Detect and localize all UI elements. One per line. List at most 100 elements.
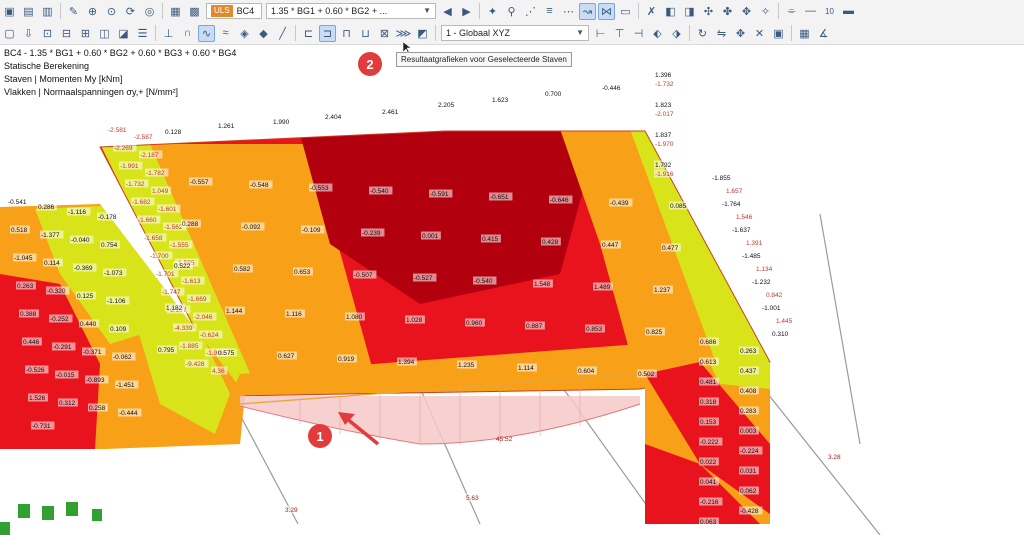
animation-icon[interactable]: ▭ (617, 3, 634, 20)
view-iso-icon[interactable]: ◨ (681, 3, 698, 20)
text-size-icon[interactable]: 10 (821, 3, 838, 20)
new-window-icon[interactable]: ▢ (1, 25, 18, 42)
move-icon[interactable]: ✥ (732, 25, 749, 42)
result-value-label: -1.658 (144, 235, 163, 242)
result-value-label: 0.522 (174, 263, 191, 270)
filter-icon[interactable]: ✗ (643, 3, 660, 20)
show-all-icon[interactable]: ✧ (757, 3, 774, 20)
view-iso-back-icon[interactable]: ⬗ (668, 25, 685, 42)
axis-y-icon[interactable]: ✤ (719, 3, 736, 20)
mirror-icon[interactable]: ⇋ (713, 25, 730, 42)
result-value-label: 1.144 (226, 308, 243, 315)
result-value-label: 1.823 (655, 102, 672, 109)
model-icon[interactable]: ▦ (167, 3, 184, 20)
result-value-label: -1.555 (170, 242, 189, 249)
hinge-icon[interactable]: ∩ (179, 25, 196, 42)
next-icon[interactable]: ▶ (458, 3, 475, 20)
member-result-diagram-icon[interactable]: ↝ (579, 2, 596, 20)
member-values-icon[interactable]: ⋈ (598, 2, 615, 20)
pen-icon[interactable]: ╱ (274, 25, 291, 42)
support-icon[interactable] (0, 522, 10, 535)
isolines-icon[interactable]: ≈ (217, 25, 234, 42)
opening-icon[interactable]: ◪ (115, 25, 132, 42)
member-icon[interactable]: ⊟ (58, 25, 75, 42)
result-value-label: 1.489 (594, 284, 611, 291)
support-icon[interactable] (42, 506, 54, 520)
coordinate-system-select[interactable]: 1 - Globaal XYZ ▼ (441, 25, 589, 41)
model-viewport[interactable]: 45.52 0.128 1.261 1.990 2.404 2.461 2.205 1.62… (0, 44, 1024, 535)
result-values-icon[interactable]: ≡ (541, 3, 558, 20)
support-reaction-icon[interactable]: ⚲ (503, 3, 520, 20)
view-front-icon[interactable]: ⊢ (592, 25, 609, 42)
smooth-icon[interactable]: ⋙ (395, 25, 412, 42)
view-3d-icon[interactable]: ◧ (662, 3, 679, 20)
support-icon[interactable] (92, 509, 102, 521)
combination-select[interactable]: 1.35 * BG1 + 0.60 * BG2 + ... ▼ (266, 3, 436, 19)
camera-icon[interactable]: ▣ (770, 25, 787, 42)
cube-icon[interactable]: ◈ (236, 25, 253, 42)
grid-results-icon[interactable]: ⊠ (376, 25, 393, 42)
zoom-all-icon[interactable]: ◎ (141, 3, 158, 20)
report-icon[interactable]: ▥ (39, 3, 56, 20)
result-value-label: -0.624 (200, 332, 219, 339)
result-value-label: 0.887 (526, 323, 543, 330)
previous-icon[interactable]: ◀ (439, 3, 456, 20)
view-side-icon[interactable]: ⊣ (630, 25, 647, 42)
table-icon[interactable]: ▦ (796, 25, 813, 42)
result-value-label: -2.017 (655, 111, 674, 118)
save-icon[interactable]: ▣ (1, 3, 18, 20)
results-extreme-icon[interactable]: ⋯ (560, 3, 577, 20)
result-value-label: 3.28 (828, 454, 841, 461)
layer-icon[interactable]: ☰ (134, 25, 151, 42)
render-icon[interactable]: ◆ (255, 25, 272, 42)
support-icon[interactable] (66, 502, 78, 516)
zoom-window-icon[interactable]: ⊙ (103, 3, 120, 20)
chevron-down-icon: ▼ (576, 28, 584, 37)
section-results-icon[interactable]: ⊓ (338, 25, 355, 42)
result-value-label: 0.388 (20, 311, 37, 318)
result-value-label: 0.518 (11, 227, 28, 234)
solid-icon[interactable]: ◫ (96, 25, 113, 42)
result-value-label: 1.261 (218, 123, 235, 130)
surface-icon[interactable]: ⊞ (77, 25, 94, 42)
edit-icon[interactable]: ✎ (65, 3, 82, 20)
result-value-label: 0.575 (218, 350, 235, 357)
result-value-label: 0.318 (700, 399, 717, 406)
print-icon[interactable]: ▤ (20, 3, 37, 20)
delete-icon[interactable]: ✕ (751, 25, 768, 42)
rotate-icon[interactable]: ↻ (694, 25, 711, 42)
view-iso-front-icon[interactable]: ⬖ (649, 25, 666, 42)
value-icon[interactable]: ⋰ (522, 3, 539, 20)
member-line[interactable] (759, 383, 881, 535)
results-icon[interactable]: ▩ (186, 3, 203, 20)
support-icon[interactable] (18, 504, 30, 518)
line-icon[interactable]: — (802, 3, 819, 20)
dimension-icon[interactable]: ∡ (815, 25, 832, 42)
loadcase-type-select[interactable]: ULS BC4 (206, 3, 262, 19)
axis-x-icon[interactable]: ✣ (700, 3, 717, 20)
result-value-label: -0.651 (490, 194, 509, 201)
zoom-icon[interactable]: ⊕ (84, 3, 101, 20)
deformation-icon[interactable]: ✦ (484, 3, 501, 20)
member-results-icon[interactable]: ⊏ (300, 25, 317, 42)
result-value-label: 1.134 (756, 266, 773, 273)
result-value-label: 2.404 (325, 114, 342, 121)
member-line[interactable] (819, 213, 861, 445)
support-icon[interactable]: ⊥ (160, 25, 177, 42)
result-value-label: -0.591 (430, 191, 449, 198)
separator (162, 3, 163, 19)
line-results-icon[interactable]: ⊔ (357, 25, 374, 42)
result-value-label: 0.114 (44, 260, 60, 267)
result-value-label: 1.548 (534, 281, 551, 288)
load-icon[interactable]: ⇩ (20, 25, 37, 42)
axis-z-icon[interactable]: ✥ (738, 3, 755, 20)
view-top-icon[interactable]: ⊤ (611, 25, 628, 42)
selected-member-results-icon[interactable]: ⊐ (319, 24, 336, 42)
node-icon[interactable]: ⊡ (39, 25, 56, 42)
result-value-label: 0.700 (545, 91, 562, 98)
refresh-icon[interactable]: ⟳ (122, 3, 139, 20)
diagram-icon[interactable]: ∿ (198, 24, 215, 42)
clipping-icon[interactable]: ▬ (840, 3, 857, 20)
color-scale-icon[interactable]: ◩ (414, 25, 431, 42)
display-icon[interactable]: ⌯ (783, 3, 800, 20)
